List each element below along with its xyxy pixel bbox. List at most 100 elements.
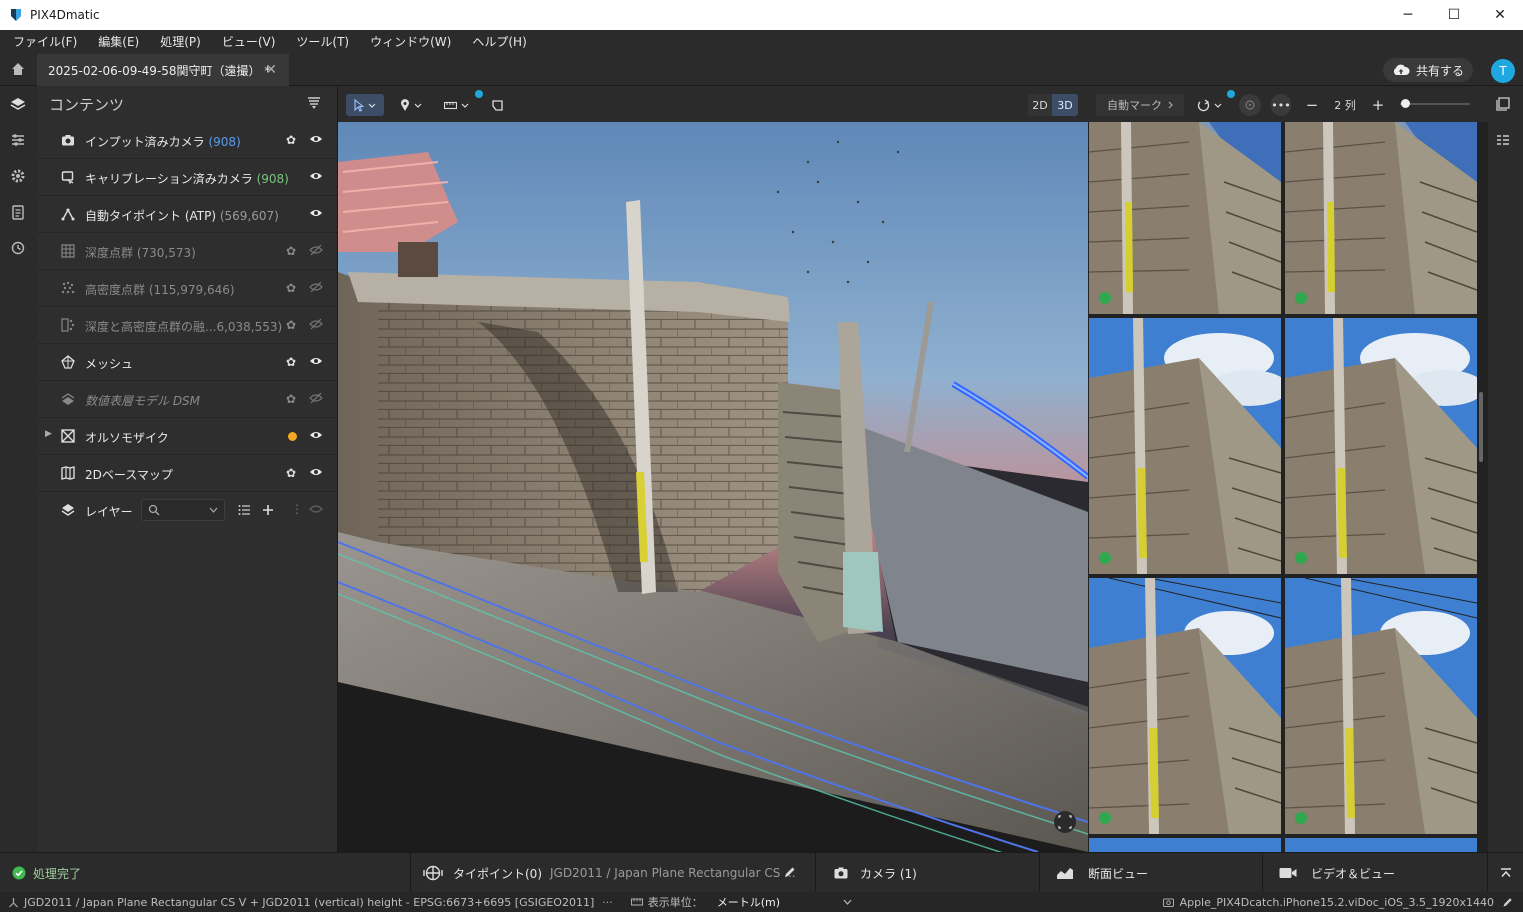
clipboard-icon[interactable] [8,202,28,222]
visibility-off-icon[interactable] [309,280,323,294]
edit-pencil-icon[interactable] [1502,897,1513,908]
settings-gear-icon[interactable]: ✿ [286,466,296,480]
content-row-dense-points[interactable]: 高密度点群 (115,979,646) ✿ [37,270,337,307]
menu-help[interactable]: ヘルプ(H) [472,33,526,50]
collapse-panel-button[interactable] [1487,853,1523,893]
more-options-button[interactable]: ••• [1271,94,1291,116]
visibility-off-icon[interactable] [309,502,323,516]
content-row-basemap[interactable]: 2Dベースマップ ✿ [37,455,337,492]
home-button[interactable] [0,52,36,86]
image-thumbnail[interactable] [1285,838,1477,852]
menu-window[interactable]: ウィンドウ(W) [370,33,451,50]
list-icon[interactable] [238,504,251,516]
settings-gear-icon[interactable]: ✿ [286,318,296,332]
ruler-icon [630,898,643,906]
chevron-down-icon[interactable] [843,899,852,905]
close-window-button[interactable]: ✕ [1477,0,1523,30]
add-layer-icon[interactable] [262,504,274,516]
maximize-button[interactable]: ☐ [1431,0,1477,30]
crop-tool-button[interactable] [486,94,508,116]
contents-panel: コンテンツ インプット済みカメラ (908) ✿ キャリブレーション済みカメラ … [37,86,338,852]
3d-viewport[interactable] [338,122,1088,852]
mode-3d-button[interactable]: 3D [1052,94,1078,116]
project-tab-label: 2025-02-06-09-49-58関守町（遠撮） * [48,63,271,78]
section-view-section[interactable]: 断面ビュー [1039,853,1262,893]
menu-edit[interactable]: 編集(E) [98,33,139,50]
crs-more-icon[interactable]: ··· [602,896,613,909]
content-row-tie-points[interactable]: 自動タイポイント (ATP) (569,607) [37,196,337,233]
content-row-mesh[interactable]: メッシュ ✿ [37,344,337,381]
unit-select-value[interactable]: メートル(m) [717,894,843,910]
measure-tool-button[interactable] [440,94,472,116]
content-row-calibrated-cameras[interactable]: キャリブレーション済みカメラ (908) [37,159,337,196]
visibility-eye-icon[interactable] [309,206,323,220]
fit-view-icon[interactable] [1054,811,1076,833]
image-thumbnail[interactable] [1285,318,1477,574]
visibility-off-icon[interactable] [309,317,323,331]
zoom-slider-thumb[interactable] [1401,99,1410,108]
layers-icon[interactable] [8,94,28,114]
menu-view[interactable]: ビュー(V) [222,33,276,50]
gallery-scrollbar[interactable] [1479,392,1483,462]
automark-button[interactable]: 自動マーク [1096,94,1184,116]
search-icon [148,504,160,516]
filter-icon[interactable] [307,96,321,110]
menu-tools[interactable]: ツール(T) [296,33,349,50]
gallery-view-icon[interactable] [1496,97,1510,111]
app-logo-icon [11,9,21,21]
select-tool-button[interactable] [346,94,384,116]
mode-2d-button[interactable]: 2D [1028,94,1052,116]
close-tab-icon[interactable]: ✕ [265,62,277,78]
visibility-eye-icon[interactable] [309,169,323,183]
settings-gear-icon[interactable]: ✿ [286,392,296,406]
focus-button[interactable] [1239,94,1261,116]
visibility-eye-icon[interactable] [309,428,323,442]
image-thumbnail[interactable] [1285,122,1477,314]
project-tab[interactable]: 2025-02-06-09-49-58関守町（遠撮） * ✕ [37,54,289,86]
marker-tool-button[interactable] [396,94,426,116]
layer-search-input[interactable] [141,499,225,521]
status-bar: 処理完了 タイポイント(0) JGD2011 / Japan Plane Rec… [0,852,1523,893]
settings-gear-icon[interactable]: ✿ [286,281,296,295]
rotate-image-button[interactable] [1193,94,1225,116]
content-row-orthomosaic[interactable]: ▶ オルソモザイク [37,418,337,455]
content-row-input-cameras[interactable]: インプット済みカメラ (908) ✿ [37,122,337,159]
more-vertical-icon[interactable]: ⋮ [291,502,303,516]
content-row-dsm[interactable]: 数値表層モデル DSM ✿ [37,381,337,418]
properties-list-icon[interactable] [1496,134,1510,148]
settings-gear-icon[interactable]: ✿ [286,244,296,258]
settings-gear-icon[interactable] [8,166,28,186]
sliders-icon[interactable] [8,130,28,150]
title-bar: PIX4Dmatic ─ ☐ ✕ [0,0,1523,30]
visibility-eye-icon[interactable] [309,354,323,368]
image-thumbnail[interactable] [1089,318,1281,574]
history-icon[interactable] [8,238,28,258]
visibility-off-icon[interactable] [309,243,323,257]
visibility-eye-icon[interactable] [309,132,323,146]
user-avatar[interactable]: T [1491,59,1515,83]
image-thumbnail[interactable] [1285,578,1477,834]
settings-gear-icon[interactable]: ✿ [286,133,296,147]
video-section[interactable]: ビデオ＆ビュー [1262,853,1487,893]
minimize-button[interactable]: ─ [1385,0,1431,30]
zoom-out-button[interactable]: − [1304,94,1320,116]
edit-pencil-icon[interactable] [783,866,796,879]
visibility-eye-icon[interactable] [309,465,323,479]
image-thumbnail[interactable] [1089,122,1281,314]
content-row-depth-points[interactable]: 深度点群 (730,573) ✿ [37,233,337,270]
settings-gear-icon[interactable]: ✿ [286,355,296,369]
content-row-merged-points[interactable]: 深度と高密度点群の融...6,038,553) ✿ [37,307,337,344]
camera-section[interactable]: カメラ (1) [815,853,1039,893]
menu-file[interactable]: ファイル(F) [13,33,77,50]
content-row-layers[interactable]: レイヤー ⋮ [37,492,337,529]
tiepoint-section[interactable]: タイポイント(0) JGD2011 / Japan Plane Rectangu… [410,853,815,893]
image-thumbnail[interactable] [1089,838,1281,852]
zoom-in-button[interactable]: + [1370,94,1386,116]
share-button[interactable]: 共有する [1383,58,1473,82]
expand-arrow-icon[interactable]: ▶ [45,429,52,439]
dense-points-icon [61,281,75,294]
menu-process[interactable]: 処理(P) [160,33,201,50]
zoom-slider-track[interactable] [1400,103,1470,105]
visibility-off-icon[interactable] [309,391,323,405]
image-thumbnail[interactable] [1089,578,1281,834]
